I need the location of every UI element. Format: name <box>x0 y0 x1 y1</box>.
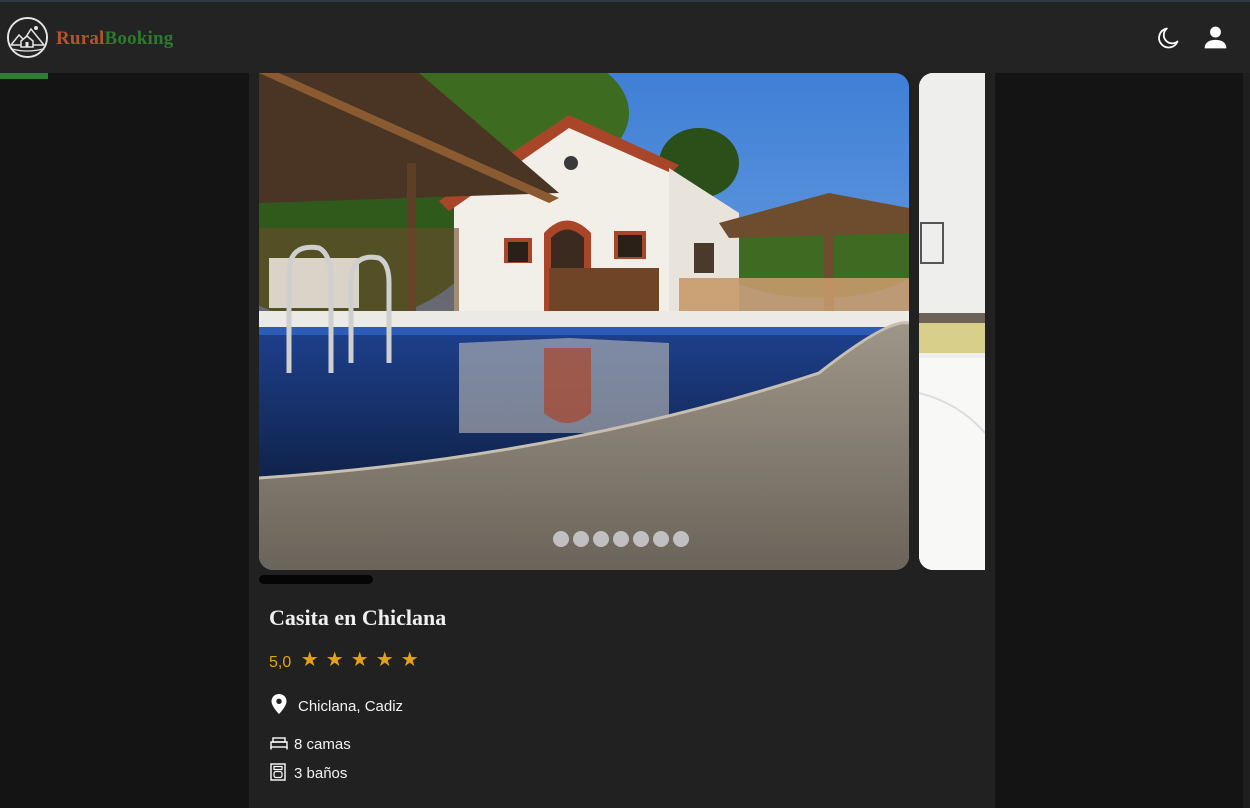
user-icon[interactable] <box>1201 23 1230 52</box>
star-icon: ★ <box>375 649 394 671</box>
location-row: Chiclana, Cadiz <box>270 692 403 715</box>
location-text: Chiclana, Cadiz <box>298 698 404 715</box>
rating-stars: ★ ★ ★ ★ ★ <box>297 647 422 672</box>
amenities-icons-row <box>799 801 979 808</box>
carousel-dot[interactable] <box>633 531 649 547</box>
rating-row: 5,0 ★ ★ ★ ★ ★ <box>269 647 422 672</box>
carousel-photo-main[interactable] <box>259 73 909 570</box>
bed-icon <box>270 736 288 750</box>
carousel-dot[interactable] <box>653 531 669 547</box>
photo-carousel[interactable] <box>259 73 985 570</box>
bathroom-icon <box>270 762 288 781</box>
brand-name[interactable]: RuralBooking <box>56 28 174 50</box>
baths-row: 3 baños <box>270 761 347 782</box>
carousel-scroll-thumb[interactable] <box>259 575 373 584</box>
listing-card[interactable]: Casita en Chiclana 5,0 ★ ★ ★ ★ ★ Chiclan… <box>249 73 995 808</box>
carousel-dot[interactable] <box>593 531 609 547</box>
scrollbar-track[interactable] <box>1243 73 1250 808</box>
top-navbar: RuralBooking <box>0 0 1250 73</box>
carousel-dot[interactable] <box>553 531 569 547</box>
carousel-dots <box>553 531 689 547</box>
moon-icon[interactable] <box>1155 24 1182 51</box>
star-icon: ★ <box>300 649 319 671</box>
star-icon: ★ <box>350 649 369 671</box>
brand-part-booking: Booking <box>104 28 174 49</box>
baths-text: 3 baños <box>294 765 348 782</box>
carousel-dot[interactable] <box>573 531 589 547</box>
house-mountain-logo-icon[interactable] <box>7 17 48 58</box>
brand-part-rural: Rural <box>56 28 105 49</box>
location-pin-icon <box>270 693 290 715</box>
carousel-dot[interactable] <box>613 531 629 547</box>
carousel-dot[interactable] <box>673 531 689 547</box>
rating-value: 5,0 <box>269 653 292 671</box>
listing-title[interactable]: Casita en Chiclana <box>269 605 446 631</box>
star-icon: ★ <box>400 649 419 671</box>
beds-row: 8 camas <box>270 732 351 753</box>
beds-text: 8 camas <box>294 736 351 753</box>
star-icon: ★ <box>325 649 344 671</box>
carousel-photo-next[interactable] <box>919 73 985 570</box>
page-loading-bar <box>0 73 48 79</box>
